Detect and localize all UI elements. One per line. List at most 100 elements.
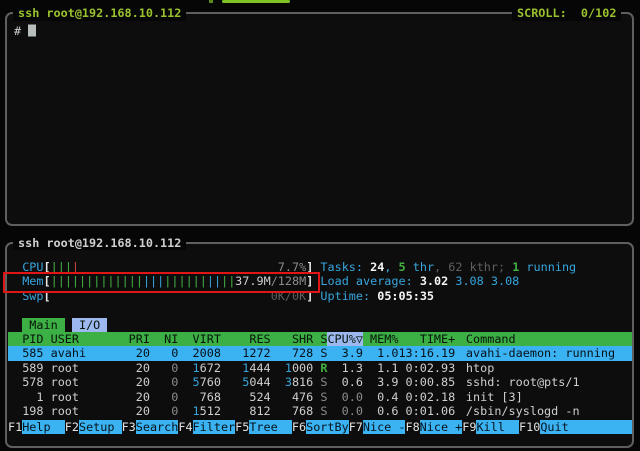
- column-header-ni[interactable]: NI: [150, 332, 178, 347]
- uptime: Uptime: 05:05:35: [320, 289, 576, 304]
- function-key-bar: F1HelpF2SetupF3SearchF4FilterF5TreeF6Sor…: [8, 420, 632, 434]
- load-average: Load average: 3.02 3.08 3.08: [320, 274, 576, 289]
- column-header-pid[interactable]: PID: [8, 332, 44, 347]
- cell-virt: 1512: [178, 404, 221, 419]
- cell-user: avahi: [44, 346, 122, 361]
- cell-shr: 476: [271, 390, 314, 405]
- fkey-f9[interactable]: F9: [462, 420, 476, 434]
- top-progress-dot: [209, 0, 213, 3]
- cell-cmd: htop: [455, 361, 632, 376]
- tab-main[interactable]: Main: [22, 318, 65, 333]
- column-header-mem[interactable]: MEM%: [363, 332, 399, 347]
- cursor-block: [28, 25, 36, 37]
- mem-meter: Mem[||||||||||||||||||||||||||37.9M/128M…: [8, 274, 313, 289]
- cell-pid: 198: [8, 404, 44, 419]
- cell-res: 5044: [221, 375, 271, 390]
- pane-top-shell[interactable]: [5, 12, 634, 226]
- table-header-row: PIDUSERPRINIVIRTRESSHRSCPU%▽MEM%TIME+Com…: [8, 332, 632, 347]
- fkey-f5[interactable]: F5: [235, 420, 249, 434]
- cell-time: 13:16.19: [398, 346, 455, 361]
- cell-ni: 0: [150, 390, 178, 405]
- cell-user: root: [44, 375, 122, 390]
- cell-res: 1272: [221, 346, 271, 361]
- cell-cpu: 1.3: [327, 361, 363, 376]
- cell-pri: 20: [122, 346, 150, 361]
- cell-shr: 3816: [271, 375, 314, 390]
- process-row-578[interactable]: 578root200576050443816S0.63.90:00.85sshd…: [8, 375, 632, 390]
- cell-cmd: avahi-daemon: running: [455, 346, 632, 361]
- cell-shr: 728: [271, 346, 314, 361]
- fkey-f1[interactable]: F1: [8, 420, 22, 434]
- cell-time: 0:02.93: [398, 361, 455, 376]
- cell-time: 0:02.18: [398, 390, 455, 405]
- cell-user: root: [44, 390, 122, 405]
- htop-meters: CPU[||||7.7%]Mem[|||||||||||||||||||||||…: [8, 260, 313, 304]
- fkey-f2[interactable]: F2: [65, 420, 79, 434]
- tab-io[interactable]: I/O: [72, 318, 108, 333]
- process-table: PIDUSERPRINIVIRTRESSHRSCPU%▽MEM%TIME+Com…: [8, 332, 632, 419]
- fkey-label-search[interactable]: Search: [136, 420, 179, 434]
- shell-prompt[interactable]: #: [14, 23, 36, 39]
- fkey-f4[interactable]: F4: [178, 420, 192, 434]
- cell-time: 0:00.85: [398, 375, 455, 390]
- cell-mem: 0.6: [363, 404, 399, 419]
- cell-mem: 1.0: [363, 346, 399, 361]
- fkey-f3[interactable]: F3: [122, 420, 136, 434]
- fkey-label-setup[interactable]: Setup: [79, 420, 122, 434]
- scroll-indicator: SCROLL: 0/102: [512, 6, 621, 21]
- process-row-198[interactable]: 198root2001512812768S0.00.60:01.06/sbin/…: [8, 404, 632, 419]
- terminal-screen: ssh root@192.168.10.112 SCROLL: 0/102 # …: [0, 0, 640, 451]
- cell-s: S: [313, 346, 327, 361]
- fkey-label-nice-[interactable]: Nice -: [363, 420, 406, 434]
- tasks-summary: Tasks: 24, 5 thr, 62 kthr; 1 running: [320, 260, 576, 275]
- column-header-virt[interactable]: VIRT: [178, 332, 221, 347]
- top-progress-artifact: [222, 0, 290, 3]
- column-header-s[interactable]: S: [313, 332, 327, 347]
- column-header-time[interactable]: TIME+: [398, 332, 455, 347]
- htop-tab-bar: Main I/O: [8, 318, 107, 333]
- cell-s: R: [313, 361, 327, 376]
- cell-mem: 1.1: [363, 361, 399, 376]
- process-row-589[interactable]: 589root200167214441000R1.31.10:02.93htop: [8, 361, 632, 376]
- cell-pid: 1: [8, 390, 44, 405]
- fkey-label-sortby[interactable]: SortBy: [306, 420, 349, 434]
- column-header-pri[interactable]: PRI: [122, 332, 150, 347]
- cell-ni: 0: [150, 346, 178, 361]
- cell-virt: 5760: [178, 375, 221, 390]
- cell-res: 524: [221, 390, 271, 405]
- fkey-f8[interactable]: F8: [405, 420, 419, 434]
- cell-mem: 0.4: [363, 390, 399, 405]
- cell-cmd: init [3]: [455, 390, 632, 405]
- column-header-user[interactable]: USER: [44, 332, 122, 347]
- cpu-meter: CPU[||||7.7%]: [8, 260, 313, 275]
- swp-meter: Swp[0K/0K]: [8, 289, 313, 304]
- fkey-f7[interactable]: F7: [349, 420, 363, 434]
- column-header-cpu[interactable]: CPU%▽: [327, 332, 363, 347]
- cell-pid: 589: [8, 361, 44, 376]
- fkey-label-filter[interactable]: Filter: [193, 420, 236, 434]
- fkey-f6[interactable]: F6: [292, 420, 306, 434]
- cell-res: 812: [221, 404, 271, 419]
- cell-res: 1444: [221, 361, 271, 376]
- cell-ni: 0: [150, 375, 178, 390]
- fkey-label-nice-[interactable]: Nice +: [420, 420, 463, 434]
- process-row-1[interactable]: 1root200768524476S0.00.40:02.18init [3]: [8, 390, 632, 405]
- cell-virt: 2008: [178, 346, 221, 361]
- fkey-label-tree[interactable]: Tree: [249, 420, 292, 434]
- column-header-cmd[interactable]: Command: [455, 332, 632, 347]
- cell-pri: 20: [122, 375, 150, 390]
- cell-shr: 768: [271, 404, 314, 419]
- fkey-label-quit[interactable]: Quit: [540, 420, 632, 434]
- pane-top-title: ssh root@192.168.10.112: [13, 6, 186, 21]
- htop-summary: Tasks: 24, 5 thr, 62 kthr; 1 runningLoad…: [320, 260, 576, 304]
- cell-s: S: [313, 390, 327, 405]
- cell-cmd: /sbin/syslogd -n: [455, 404, 632, 419]
- pane-bottom-title: ssh root@192.168.10.112: [13, 236, 186, 251]
- fkey-label-kill[interactable]: Kill: [476, 420, 519, 434]
- process-row-585[interactable]: 585avahi20020081272728S3.91.013:16.19ava…: [8, 346, 632, 361]
- column-header-res[interactable]: RES: [221, 332, 271, 347]
- fkey-label-help[interactable]: Help: [22, 420, 65, 434]
- fkey-f10[interactable]: F10: [519, 420, 540, 434]
- cell-user: root: [44, 404, 122, 419]
- column-header-shr[interactable]: SHR: [271, 332, 314, 347]
